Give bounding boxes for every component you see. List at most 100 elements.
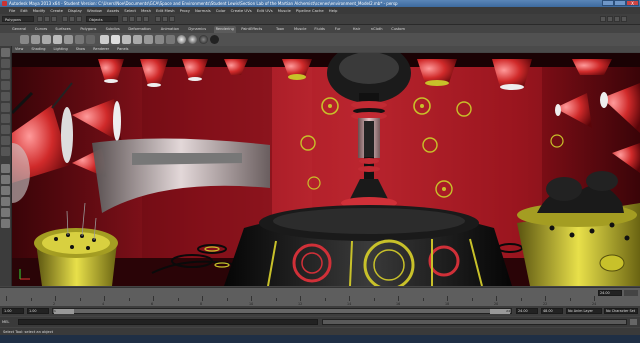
script-editor-icon[interactable] [630, 319, 637, 325]
volume-light-icon[interactable] [86, 35, 95, 44]
outliner-layout-icon[interactable] [1, 219, 10, 228]
soft-mod-tool-icon[interactable] [1, 125, 10, 134]
command-mode-label[interactable]: MEL [2, 319, 16, 325]
save-scene-icon[interactable] [51, 16, 57, 22]
shader-ball-3-icon[interactable] [199, 35, 208, 44]
menu-file[interactable]: File [9, 7, 15, 14]
move-tool-icon[interactable] [1, 81, 10, 90]
panel-menu-shading[interactable]: Shading [31, 46, 45, 52]
selection-mask-field[interactable]: Objects [86, 16, 118, 22]
directional-light-icon[interactable] [64, 35, 73, 44]
select-object-icon[interactable] [69, 16, 75, 22]
batch-render-icon[interactable] [133, 35, 142, 44]
menu-mesh[interactable]: Mesh [141, 7, 151, 14]
lambert-icon[interactable] [144, 35, 153, 44]
shelf-tab-fluids[interactable]: Fluids [314, 26, 325, 33]
panel-menu-panels[interactable]: Panels [117, 46, 128, 52]
shelf-tab-general[interactable]: General [12, 26, 26, 33]
single-perspective-layout-icon[interactable] [1, 164, 10, 173]
render-settings-icon[interactable] [169, 16, 175, 22]
four-view-layout-icon[interactable] [1, 175, 10, 184]
snap-point-icon[interactable] [136, 16, 142, 22]
panel-menu-view[interactable]: View [15, 46, 23, 52]
shelf-tab-subdivs[interactable]: Subdivs [106, 26, 120, 33]
tool-settings-toggle-icon[interactable] [614, 16, 620, 22]
shelf-tab-animation[interactable]: Animation [161, 26, 179, 33]
shelf-tab-curves[interactable]: Curves [35, 26, 47, 33]
shelf-tab-polygons[interactable]: Polygons [80, 26, 96, 33]
menu-edit-uvs[interactable]: Edit UVs [257, 7, 273, 14]
scale-tool-icon[interactable] [1, 103, 10, 112]
menu-proxy[interactable]: Proxy [180, 7, 190, 14]
menu-select[interactable]: Select [124, 7, 136, 14]
select-component-icon[interactable] [76, 16, 82, 22]
panel-menu-lighting[interactable]: Lighting [54, 46, 68, 52]
menu-assets[interactable]: Assets [107, 7, 119, 14]
menu-display[interactable]: Display [68, 7, 82, 14]
end-time-field[interactable]: 48.00 [541, 308, 563, 314]
camera-icon[interactable] [20, 35, 29, 44]
shelf-tab-muscle[interactable]: Muscle [294, 26, 306, 33]
persp-graph-layout-icon[interactable] [1, 197, 10, 206]
close-button[interactable]: X [626, 0, 639, 6]
snap-grid-icon[interactable] [122, 16, 128, 22]
spot-light-icon[interactable] [42, 35, 51, 44]
character-set-dropdown[interactable]: No Character Set [604, 308, 638, 314]
time-slider[interactable]: 2 4 6 8 10 12 14 16 18 20 22 24 24.00 [0, 287, 640, 306]
perspective-viewport[interactable] [12, 53, 640, 286]
shelf-tab-custom[interactable]: Custom [391, 26, 405, 33]
snap-curve-icon[interactable] [129, 16, 135, 22]
render-view-icon[interactable] [100, 35, 109, 44]
playback-start-field[interactable]: 1.00 [27, 308, 49, 314]
hypershade-icon[interactable] [122, 35, 131, 44]
shelf-tab-dynamics[interactable]: Dynamics [188, 26, 206, 33]
persp-outliner-layout-icon[interactable] [1, 186, 10, 195]
shelf-tab-rendering[interactable]: Rendering [213, 26, 236, 33]
shader-ball-2-icon[interactable] [188, 35, 197, 44]
menu-color[interactable]: Color [216, 7, 226, 14]
last-tool-icon[interactable] [1, 147, 10, 156]
universal-manipulator-icon[interactable] [1, 114, 10, 123]
shelf-tab-painteffects[interactable]: PaintEffects [241, 26, 262, 33]
point-light-icon[interactable] [53, 35, 62, 44]
select-tool-icon[interactable] [1, 48, 10, 57]
paint-select-tool-icon[interactable] [1, 70, 10, 79]
channel-box-toggle-icon[interactable] [600, 16, 606, 22]
blinn-icon[interactable] [155, 35, 164, 44]
shelf-tab-surfaces[interactable]: Surfaces [55, 26, 71, 33]
menu-pipeline-cache[interactable]: Pipeline Cache [296, 7, 324, 14]
menu-create[interactable]: Create [50, 7, 63, 14]
current-frame-field[interactable]: 24.00 [598, 290, 622, 296]
panel-menu-show[interactable]: Show [76, 46, 85, 52]
start-time-field[interactable]: 1.00 [2, 308, 24, 314]
layer-editor-toggle-icon[interactable] [621, 16, 627, 22]
range-slider[interactable]: 1 24 [52, 308, 512, 314]
ambient-light-icon[interactable] [75, 35, 84, 44]
ipr-icon[interactable] [111, 35, 120, 44]
rotate-tool-icon[interactable] [1, 92, 10, 101]
shader-ball-4-icon[interactable] [210, 35, 219, 44]
shelf-tab-fur[interactable]: Fur [335, 26, 341, 33]
playback-end-field[interactable]: 24.00 [516, 308, 538, 314]
shader-ball-icon[interactable] [177, 35, 186, 44]
lasso-tool-icon[interactable] [1, 59, 10, 68]
command-input[interactable] [18, 319, 318, 325]
hypershade-layout-icon[interactable] [1, 208, 10, 217]
anim-layer-dropdown[interactable]: No Anim Layer [566, 308, 602, 314]
ipr-render-icon[interactable] [162, 16, 168, 22]
menu-modify[interactable]: Modify [33, 7, 46, 14]
menu-create-uvs[interactable]: Create UVs [231, 7, 252, 14]
menu-edit[interactable]: Edit [20, 7, 27, 14]
playback-controls[interactable] [624, 290, 638, 296]
menu-normals[interactable]: Normals [195, 7, 211, 14]
menu-edit-mesh[interactable]: Edit Mesh [156, 7, 175, 14]
minimize-button[interactable] [602, 0, 614, 6]
shelf-tab-toon[interactable]: Toon [276, 26, 284, 33]
menu-window[interactable]: Window [87, 7, 102, 14]
snap-plane-icon[interactable] [143, 16, 149, 22]
menuset-dropdown[interactable]: Polygons [2, 16, 34, 22]
render-icon[interactable] [155, 16, 161, 22]
panel-menu-renderer[interactable]: Renderer [93, 46, 109, 52]
shelf-tab-hair[interactable]: Hair [353, 26, 360, 33]
shelf-tab-deformation[interactable]: Deformation [128, 26, 150, 33]
